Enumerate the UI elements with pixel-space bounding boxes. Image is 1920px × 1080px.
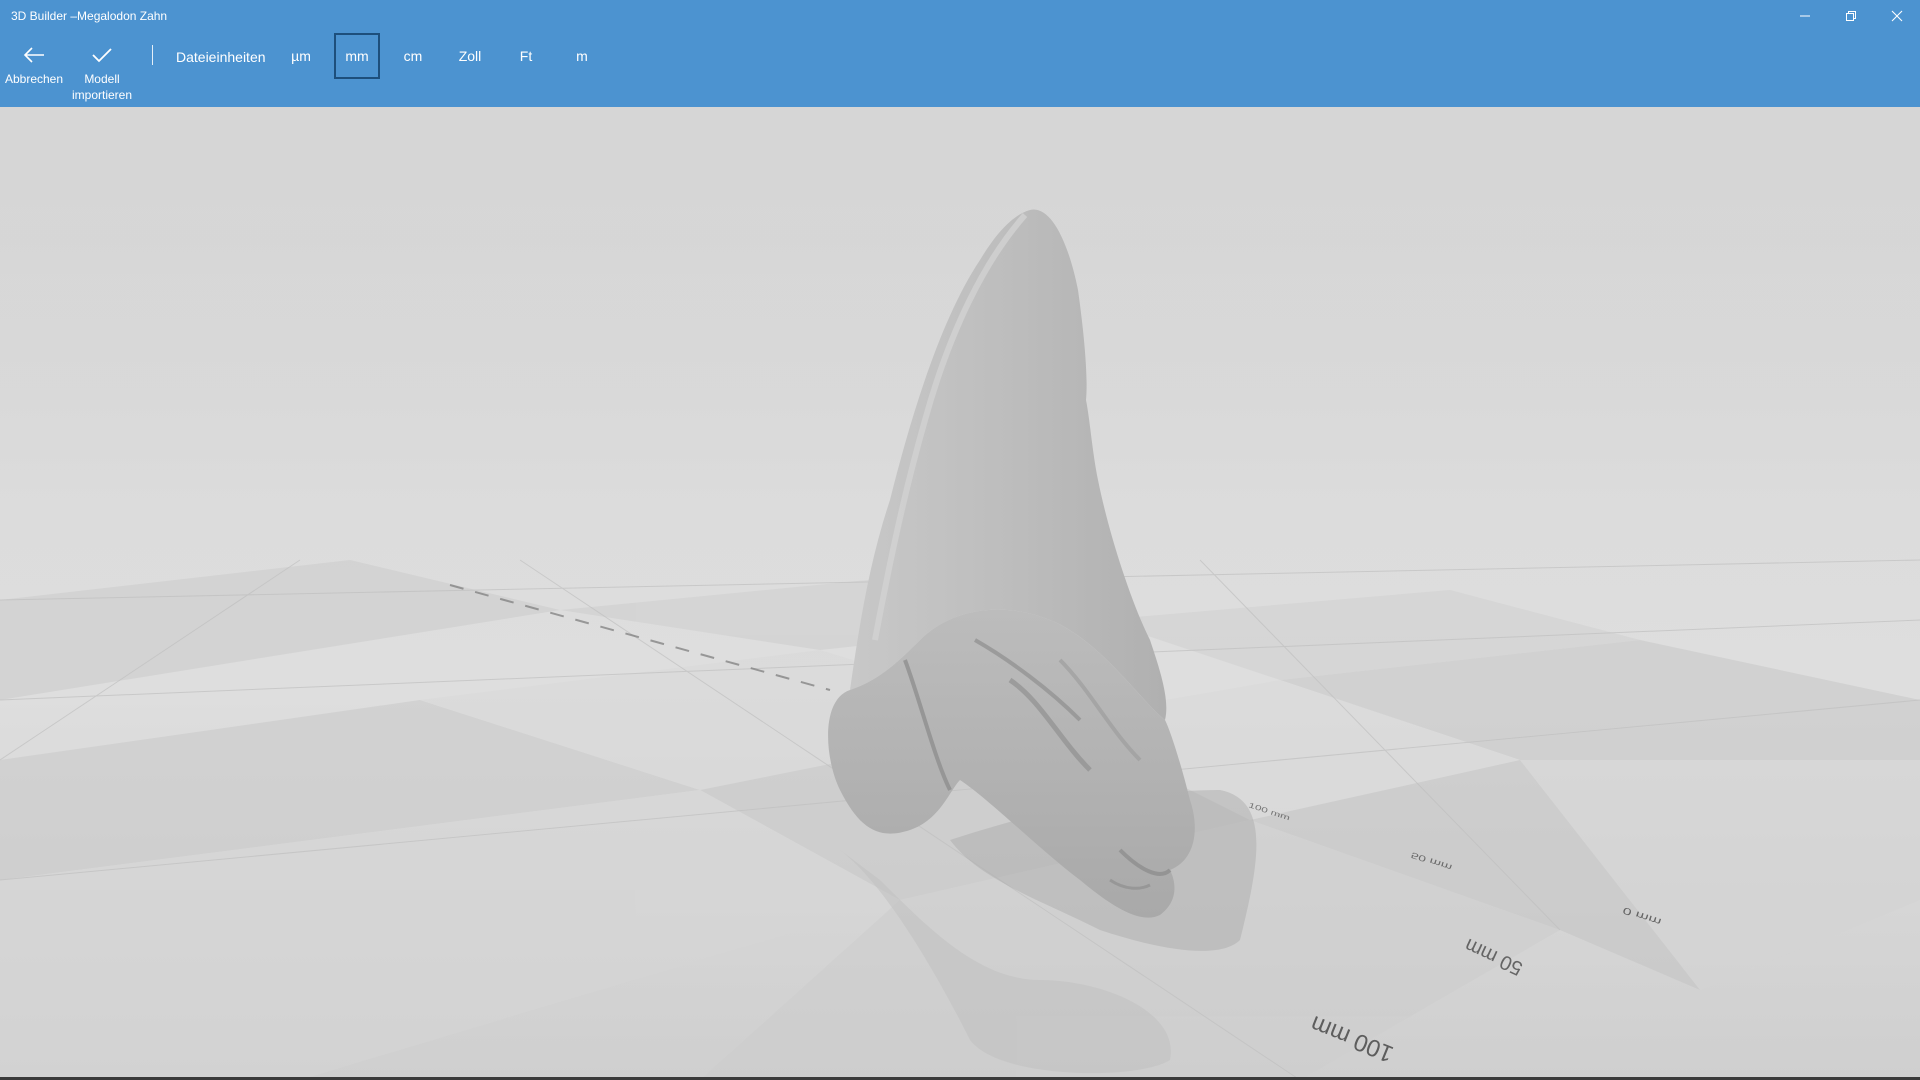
minimize-icon (1800, 15, 1810, 17)
unit-inch-button[interactable]: Zoll (447, 33, 493, 79)
unit-meter-button[interactable]: m (559, 33, 605, 79)
cancel-label: Abbrechen (4, 72, 64, 86)
restore-button[interactable] (1828, 0, 1874, 32)
close-button[interactable] (1874, 0, 1920, 32)
command-bar: 3D Builder –Megalodon Zahn Abbrechen Mod… (0, 0, 1920, 107)
restore-icon (1846, 11, 1856, 21)
minimize-button[interactable] (1782, 0, 1828, 32)
separator (152, 45, 153, 65)
3d-viewport[interactable]: 100 mm 50 mm 0 mm 50 mm 100 mm (0, 107, 1920, 1080)
app-window: 3D Builder –Megalodon Zahn Abbrechen Mod… (0, 0, 1920, 1080)
cancel-button[interactable]: Abbrechen (3, 43, 65, 87)
arrow-left-icon (22, 43, 46, 67)
unit-micrometer-button[interactable]: µm (278, 33, 324, 79)
close-icon (1891, 10, 1903, 22)
title-bar: 3D Builder –Megalodon Zahn (0, 0, 1920, 32)
window-title: 3D Builder –Megalodon Zahn (11, 9, 168, 23)
import-model-button[interactable]: Modell importieren (66, 43, 138, 103)
import-model-label: Modell importieren (71, 72, 133, 102)
unit-millimeter-button[interactable]: mm (334, 33, 380, 79)
unit-centimeter-button[interactable]: cm (390, 33, 436, 79)
unit-feet-button[interactable]: Ft (503, 33, 549, 79)
file-units-label: Dateieinheiten (176, 49, 266, 65)
scene-canvas: 100 mm 50 mm 0 mm 50 mm 100 mm (0, 107, 1920, 1080)
checkmark-icon (90, 43, 114, 67)
